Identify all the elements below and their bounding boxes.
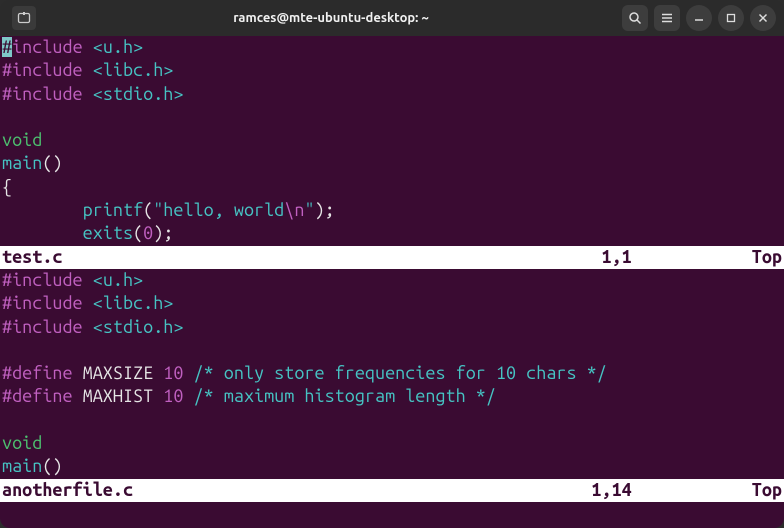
code-token: ( (133, 223, 143, 243)
code-token: () (42, 153, 62, 173)
code-line[interactable]: #include <libc.h> (0, 59, 784, 82)
code-token: #define (2, 363, 83, 383)
code-line[interactable]: #define MAXSIZE 10 /* only store frequen… (0, 362, 784, 385)
close-button[interactable] (750, 5, 776, 31)
search-icon (628, 11, 642, 25)
code-token: printf (83, 200, 143, 220)
code-token (2, 200, 83, 220)
code-token: #include (2, 84, 93, 104)
code-token: /* maximum histogram length */ (194, 386, 496, 406)
code-line[interactable]: { (0, 176, 784, 199)
hamburger-icon (660, 11, 674, 25)
code-token: 0 (143, 223, 153, 243)
titlebar: ramces@mte-ubuntu-desktop: ~ (0, 0, 784, 36)
code-line[interactable]: printf("hello, world\n"); (0, 199, 784, 222)
code-token: { (2, 177, 12, 197)
code-token: ); (153, 223, 173, 243)
window-title: ramces@mte-ubuntu-desktop: ~ (40, 11, 622, 25)
status-filename: test.c (2, 246, 62, 269)
code-token: 10 (163, 386, 183, 406)
code-line[interactable]: #include <stdio.h> (0, 316, 784, 339)
terminal-tab-icon (17, 11, 31, 25)
code-token: #define (2, 386, 83, 406)
code-line[interactable] (0, 106, 784, 129)
maximize-button[interactable] (718, 5, 744, 31)
code-token: MAXSIZE (83, 363, 164, 383)
code-token: main (2, 153, 42, 173)
code-line[interactable]: #include <stdio.h> (0, 83, 784, 106)
code-token: void (2, 130, 42, 150)
code-line[interactable]: exits(0); (0, 222, 784, 245)
code-line[interactable]: void (0, 129, 784, 152)
code-token: void (2, 433, 42, 453)
status-scroll-label: Top (752, 246, 782, 269)
code-token: ( (143, 200, 153, 220)
status-cursor-position: 1,14 (591, 479, 751, 502)
code-token: <stdio.h> (93, 84, 184, 104)
code-line[interactable]: #include <u.h> (0, 269, 784, 292)
code-token: <stdio.h> (93, 317, 184, 337)
close-icon (757, 12, 769, 24)
code-line[interactable]: #define MAXHIST 10 /* maximum histogram … (0, 385, 784, 408)
code-token (183, 386, 193, 406)
code-line[interactable]: void (0, 432, 784, 455)
code-token: include (12, 37, 93, 57)
code-line[interactable] (0, 409, 784, 432)
status-scroll-label: Top (752, 479, 782, 502)
code-line[interactable]: #include <libc.h> (0, 292, 784, 315)
code-token: <libc.h> (93, 293, 174, 313)
code-token: #include (2, 60, 93, 80)
maximize-icon (725, 12, 737, 24)
code-token: \n (284, 200, 304, 220)
code-token (2, 223, 83, 243)
code-line[interactable]: main() (0, 152, 784, 175)
code-token: 10 (163, 363, 183, 383)
code-token: ); (315, 200, 335, 220)
code-token: () (42, 456, 62, 476)
code-token: <u.h> (93, 270, 143, 290)
code-token: main (2, 456, 42, 476)
code-token: /* only store frequencies for 10 chars *… (194, 363, 607, 383)
code-token: <u.h> (93, 37, 143, 57)
code-token: #include (2, 293, 93, 313)
code-token: # (2, 37, 12, 57)
code-token: #include (2, 317, 93, 337)
minimize-button[interactable] (686, 5, 712, 31)
code-line[interactable]: #include <u.h> (0, 36, 784, 59)
status-bar: test.c 1,1Top (0, 246, 784, 269)
code-token: " (304, 200, 314, 220)
code-line[interactable] (0, 339, 784, 362)
code-token: "hello, world (153, 200, 284, 220)
code-token: <libc.h> (93, 60, 174, 80)
code-token: MAXHIST (83, 386, 164, 406)
editor-area[interactable]: #include <u.h>#include <libc.h>#include … (0, 36, 784, 528)
code-token (183, 363, 193, 383)
status-cursor-position: 1,1 (602, 246, 752, 269)
code-line[interactable]: main() (0, 455, 784, 478)
status-bar: anotherfile.c 1,14Top (0, 479, 784, 502)
new-tab-button[interactable] (12, 6, 36, 30)
code-token: #include (2, 270, 93, 290)
code-token: exits (83, 223, 133, 243)
minimize-icon (693, 12, 705, 24)
status-filename: anotherfile.c (2, 479, 133, 502)
search-button[interactable] (622, 5, 648, 31)
menu-button[interactable] (654, 5, 680, 31)
